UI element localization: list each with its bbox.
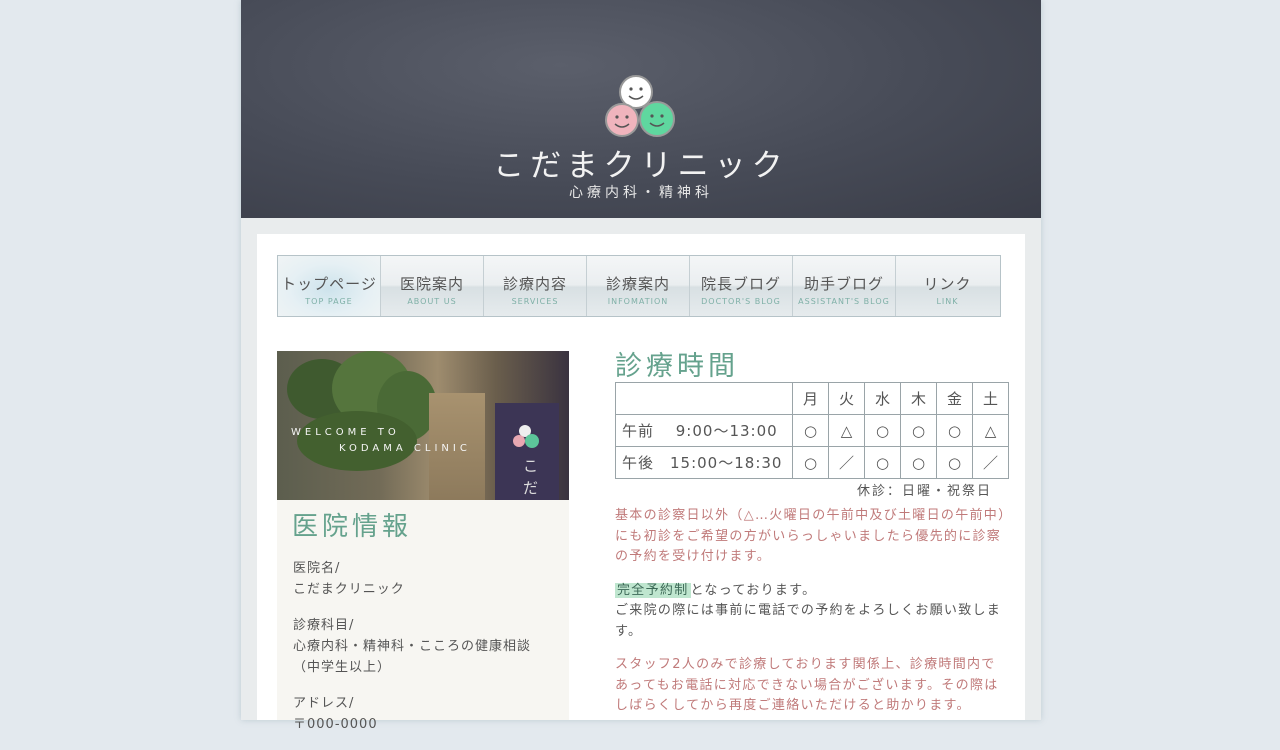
schedule-time-label: 午前 9:00〜13:00 <box>615 414 793 447</box>
site-header: こだまクリニック 心療内科・精神科 <box>241 0 1041 218</box>
nav-item-infomation[interactable]: 診療案内 INFOMATION <box>587 256 690 316</box>
brand-name[interactable]: こだまクリニック <box>241 140 1041 185</box>
clinic-sign: こだ <box>495 403 559 500</box>
nav-item-label: 診療案内 <box>605 275 670 293</box>
schedule-title: 診療時間 <box>615 351 739 382</box>
nav-item-doctors-blog[interactable]: 院長ブログ DOCTOR'S BLOG <box>690 256 793 316</box>
day-header: 月 <box>792 382 829 415</box>
info-address-label: アドレス/ <box>293 696 355 711</box>
nav-item-sublabel: TOP PAGE <box>305 297 353 306</box>
day-header: 金 <box>936 382 973 415</box>
nav-item-sublabel: INFOMATION <box>607 297 669 306</box>
schedule-time-label: 午後 15:00〜18:30 <box>615 446 793 479</box>
nav-item-sublabel: ASSISTANT'S BLOG <box>798 297 890 306</box>
reservation-call-text: ご来院の際には事前に電話での予約をよろしくお願い致します。 <box>615 603 1002 639</box>
schedule-corner-cell <box>615 382 793 415</box>
nav-item-services[interactable]: 診療内容 SERVICES <box>484 256 587 316</box>
info-dept-block: 診療科目/ 心療内科・精神科・こころの健康相談 （中学生以上） <box>293 615 563 678</box>
sign-text: こだ <box>523 457 539 497</box>
clinic-info-title: 医院情報 <box>292 512 413 542</box>
main-content: トップページ TOP PAGE 医院案内 ABOUT US 診療内容 SERVI… <box>257 234 1025 732</box>
schedule-mark: ／ <box>828 446 865 479</box>
nav-item-about-us[interactable]: 医院案内 ABOUT US <box>381 256 484 316</box>
info-name-label: 医院名/ <box>293 561 341 576</box>
schedule-mark: ○ <box>936 414 973 447</box>
nav-item-top-page[interactable]: トップページ TOP PAGE <box>278 256 381 316</box>
welcome-line-2: KODAMA CLINIC <box>339 443 471 454</box>
schedule-mark: ○ <box>864 446 901 479</box>
info-dept-value: 心療内科・精神科・こころの健康相談 <box>293 639 532 654</box>
schedule-mark: ／ <box>972 446 1009 479</box>
nav-item-sublabel: ABOUT US <box>407 297 457 306</box>
schedule-mark: △ <box>828 414 865 447</box>
nav-item-label: リンク <box>923 275 972 293</box>
schedule-mark: ○ <box>792 414 829 447</box>
note-reservation: 完全予約制 となっております。 ご来院の際には事前に電話での予約をよろしくお願い致… <box>615 581 1007 643</box>
info-address-block: アドレス/ 〒000-0000 <box>293 693 563 735</box>
schedule-mark: ○ <box>900 414 937 447</box>
welcome-photo: こだ WELCOME TO KODAMA CLINIC <box>277 351 569 500</box>
clinic-info-panel: 医院情報 医院名/ こだまクリニック 診療科目/ 心療内科・精神科・こころの健康… <box>277 500 569 732</box>
closed-days-note: 休診：日曜・祝祭日 <box>857 484 993 499</box>
sign-logo-icon <box>513 425 539 448</box>
info-address-value: 〒000-0000 <box>293 717 378 732</box>
nav-item-label: 医院案内 <box>399 275 464 293</box>
schedule-row-afternoon: 午後 15:00〜18:30 ○ ／ ○ ○ ○ ／ <box>615 446 1009 479</box>
brand-subtitle: 心療内科・精神科 <box>569 185 713 201</box>
note-first-visit: 基本の診察日以外（△…火曜日の午前中及び土曜日の午前中）にも初診をご希望の方がい… <box>615 508 1006 564</box>
note-phone-availability: スタッフ2人のみで診療しております関係上、診療時間内であってもお電話に対応できな… <box>615 657 999 713</box>
info-dept-label: 診療科目/ <box>293 618 355 633</box>
schedule-mark: ○ <box>864 414 901 447</box>
schedule-mark: ○ <box>936 446 973 479</box>
schedule-mark: △ <box>972 414 1009 447</box>
info-name-block: 医院名/ こだまクリニック <box>293 558 563 600</box>
nav-item-link[interactable]: リンク LINK <box>896 256 999 316</box>
info-name-value: こだまクリニック <box>293 582 405 597</box>
reservation-highlight: 完全予約制 <box>615 582 691 598</box>
nav-item-sublabel: DOCTOR'S BLOG <box>701 297 781 306</box>
schedule-header-row: 月 火 水 木 金 土 <box>615 382 1009 415</box>
day-header: 土 <box>972 382 1009 415</box>
nav-item-sublabel: SERVICES <box>511 297 559 306</box>
global-nav: トップページ TOP PAGE 医院案内 ABOUT US 診療内容 SERVI… <box>277 255 1001 317</box>
day-header: 火 <box>828 382 865 415</box>
page-wrapper: こだまクリニック 心療内科・精神科 トップページ TOP PAGE 医院案内 A… <box>241 0 1041 732</box>
info-dept-note: （中学生以上） <box>293 660 392 675</box>
welcome-caption: WELCOME TO KODAMA CLINIC <box>291 425 471 457</box>
nav-item-label: トップページ <box>281 275 377 293</box>
schedule-notes: 基本の診察日以外（△…火曜日の午前中及び土曜日の午前中）にも初診をご希望の方がい… <box>615 506 1007 730</box>
welcome-line-1: WELCOME TO <box>291 427 400 438</box>
nav-item-sublabel: LINK <box>936 297 959 306</box>
reservation-text: となっております。 <box>690 582 817 598</box>
nav-item-label: 診療内容 <box>502 275 567 293</box>
schedule-row-morning: 午前 9:00〜13:00 ○ △ ○ ○ ○ △ <box>615 414 1009 447</box>
schedule-mark: ○ <box>900 446 937 479</box>
clinic-info-body: 医院名/ こだまクリニック 診療科目/ 心療内科・精神科・こころの健康相談 （中… <box>293 558 563 750</box>
clinic-logo-icon[interactable] <box>601 72 681 142</box>
nav-item-label: 院長ブログ <box>700 275 781 293</box>
day-header: 水 <box>864 382 901 415</box>
schedule-mark: ○ <box>792 446 829 479</box>
nav-item-assistants-blog[interactable]: 助手ブログ ASSISTANT'S BLOG <box>793 256 896 316</box>
schedule-table: 月 火 水 木 金 土 午前 9:00〜13:00 ○ △ ○ ○ ○ △ 午後… <box>615 382 1009 479</box>
day-header: 木 <box>900 382 937 415</box>
nav-item-label: 助手ブログ <box>803 275 884 293</box>
